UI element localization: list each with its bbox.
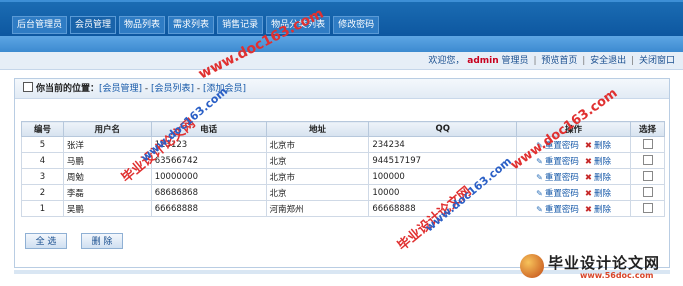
- reset-password-link[interactable]: 重置密码: [545, 205, 579, 215]
- table-row: 1 吴鹏 66668888 河南郑州 66668888 ✎ 重置密码 ✖ 删除: [21, 200, 665, 217]
- row-checkbox[interactable]: [642, 155, 653, 166]
- table-row: 2 李磊 68686868 北京 10000 ✎ 重置密码 ✖ 删除: [21, 184, 665, 201]
- cell-address: 北京市: [265, 168, 370, 185]
- preview-home-link[interactable]: 预览首页: [541, 56, 577, 66]
- breadcrumb: 你当前的位置：[会员管理] - [会员列表] - [添加会员]: [15, 79, 669, 99]
- delete-x-icon: ✖: [584, 172, 592, 183]
- welcome-bar: 欢迎您， admin 管理员 | 预览首页 | 安全退出 | 关闭窗口: [0, 52, 683, 70]
- col-header-username: 用户名: [62, 121, 152, 137]
- cell-actions: ✎ 重置密码 ✖ 删除: [516, 200, 631, 217]
- nav-tab-change-password[interactable]: 修改密码: [333, 16, 380, 34]
- col-header-select: 选择: [630, 121, 665, 137]
- welcome-role: 管理员: [501, 56, 529, 66]
- reset-password-link[interactable]: 重置密码: [545, 189, 579, 199]
- divider: |: [631, 56, 635, 66]
- cell-actions: ✎ 重置密码 ✖ 删除: [516, 184, 631, 201]
- cell-phone: 66668888: [150, 200, 267, 217]
- cell-address: 北京市: [265, 136, 370, 153]
- cell-id: 2: [21, 184, 64, 201]
- pencil-icon: ✎: [536, 204, 543, 214]
- cell-address: 北京: [265, 152, 370, 169]
- delete-link[interactable]: 删除: [594, 141, 611, 151]
- delete-x-icon: ✖: [584, 156, 592, 167]
- row-checkbox[interactable]: [642, 171, 653, 182]
- breadcrumb-member-manage[interactable]: [会员管理]: [99, 84, 142, 94]
- divider: |: [582, 56, 586, 66]
- cell-select: [630, 136, 665, 153]
- nav-tab-members[interactable]: 会员管理: [70, 16, 117, 34]
- nav-tab-sales[interactable]: 销售记录: [217, 16, 264, 34]
- delete-x-icon: ✖: [584, 204, 592, 215]
- cell-select: [630, 184, 665, 201]
- close-window-link[interactable]: 关闭窗口: [639, 56, 675, 66]
- cell-username: 张洋: [62, 136, 152, 153]
- content-panel: 你当前的位置：[会员管理] - [会员列表] - [添加会员] 编号 用户名 电…: [14, 78, 670, 268]
- delete-x-icon: ✖: [584, 188, 592, 199]
- col-header-qq: QQ: [368, 121, 518, 137]
- delete-x-icon: ✖: [584, 140, 592, 151]
- col-header-id: 编号: [21, 121, 64, 137]
- logo-name: 毕业设计论文网: [548, 254, 661, 272]
- top-nav-bar: 后台管理员 会员管理 物品列表 需求列表 销售记录 物品分类列表 修改密码: [0, 0, 683, 36]
- sub-nav-band: [0, 36, 683, 52]
- cell-actions: ✎ 重置密码 ✖ 删除: [516, 168, 631, 185]
- cell-phone: 68686868: [150, 184, 267, 201]
- cell-select: [630, 200, 665, 217]
- pencil-icon: ✎: [536, 188, 543, 198]
- nav-tab-items[interactable]: 物品列表: [119, 16, 166, 34]
- row-checkbox[interactable]: [642, 187, 653, 198]
- cell-address: 河南郑州: [265, 200, 370, 217]
- welcome-username: admin: [467, 56, 499, 66]
- cell-select: [630, 168, 665, 185]
- delete-link[interactable]: 删除: [594, 157, 611, 167]
- cell-username: 吴鹏: [62, 200, 152, 217]
- cell-qq: 234234: [368, 136, 518, 153]
- pencil-icon: ✎: [536, 172, 543, 182]
- cell-id: 4: [21, 152, 64, 169]
- cell-select: [630, 152, 665, 169]
- location-icon: [23, 82, 33, 92]
- cell-phone: 63566742: [150, 152, 267, 169]
- row-checkbox[interactable]: [642, 139, 653, 150]
- logo-url: www.56doc.com: [580, 271, 654, 280]
- nav-tabs: 后台管理员 会员管理 物品列表 需求列表 销售记录 物品分类列表 修改密码: [12, 16, 382, 34]
- nav-tab-admins[interactable]: 后台管理员: [12, 16, 68, 34]
- nav-tab-demands[interactable]: 需求列表: [168, 16, 215, 34]
- breadcrumb-label: 你当前的位置：: [36, 84, 100, 94]
- reset-password-link[interactable]: 重置密码: [545, 173, 579, 183]
- batch-delete-button[interactable]: 删 除: [81, 233, 123, 249]
- breadcrumb-member-list[interactable]: [会员列表]: [151, 84, 194, 94]
- reset-password-link[interactable]: 重置密码: [545, 157, 579, 167]
- logout-link[interactable]: 安全退出: [590, 56, 626, 66]
- cell-address: 北京: [265, 184, 370, 201]
- select-all-button[interactable]: 全 选: [25, 233, 67, 249]
- col-header-address: 地址: [265, 121, 370, 137]
- delete-link[interactable]: 删除: [594, 173, 611, 183]
- site-logo: 毕业设计论文网 www.56doc.com: [520, 252, 680, 284]
- delete-link[interactable]: 删除: [594, 205, 611, 215]
- table-row: 5 张洋 123123 北京市 234234 ✎ 重置密码 ✖ 删除: [21, 136, 665, 153]
- table-row: 4 马鹏 63566742 北京 944517197 ✎ 重置密码 ✖ 删除: [21, 152, 665, 169]
- delete-link[interactable]: 删除: [594, 189, 611, 199]
- cell-id: 1: [21, 200, 64, 217]
- cell-phone: 10000000: [150, 168, 267, 185]
- cell-id: 5: [21, 136, 64, 153]
- divider: |: [533, 56, 537, 66]
- cell-username: 李磊: [62, 184, 152, 201]
- row-checkbox[interactable]: [642, 203, 653, 214]
- welcome-prefix: 欢迎您，: [428, 56, 465, 66]
- globe-logo-icon: [520, 254, 544, 278]
- cell-id: 3: [21, 168, 64, 185]
